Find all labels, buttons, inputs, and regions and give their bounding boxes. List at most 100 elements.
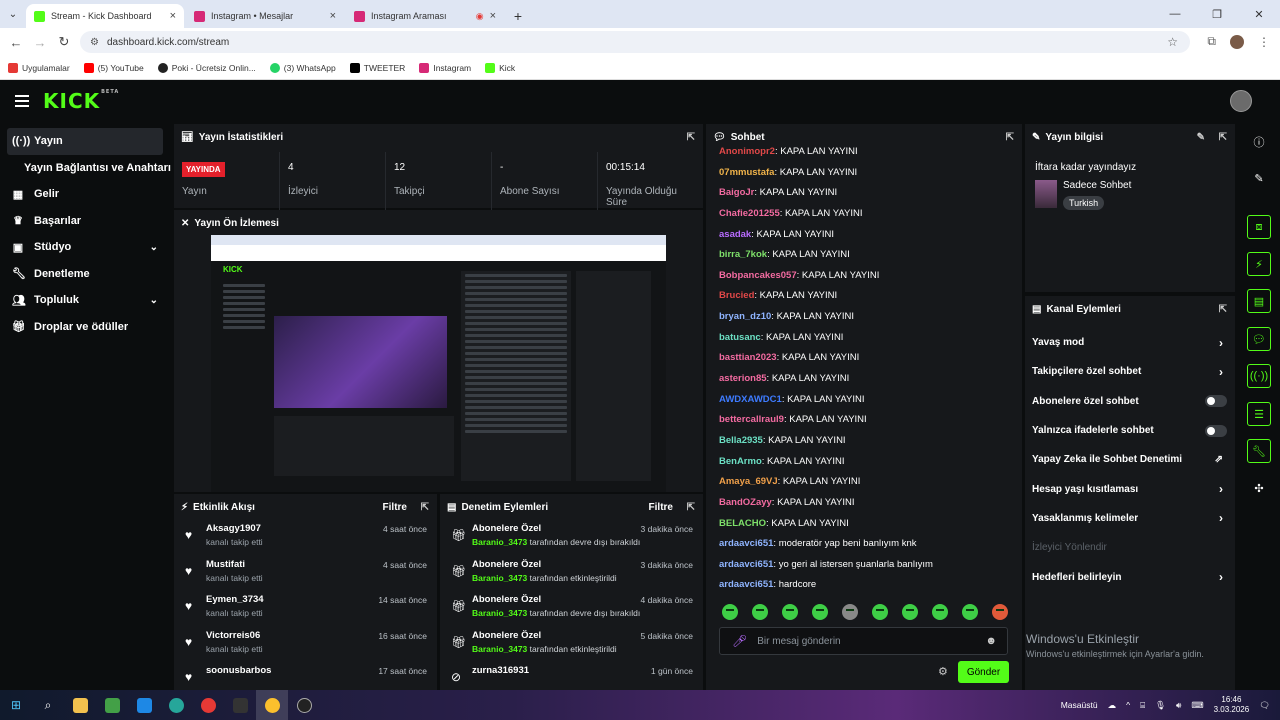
nav-item-achievements[interactable]: ♛ Başarılar <box>0 208 172 235</box>
bookmark-tweeter[interactable]: TWEETER <box>349 62 405 73</box>
tab-search-icon[interactable]: ⌄ <box>0 0 26 28</box>
bookmark-youtube[interactable]: (5) YouTube <box>83 62 144 73</box>
chat-username[interactable]: ardaavci651 <box>719 538 773 549</box>
chat-username[interactable]: ardaavci651 <box>719 559 773 570</box>
chat-username[interactable]: bettercallraul9 <box>719 414 784 425</box>
chat-username[interactable]: BandOZayy <box>719 497 772 508</box>
info-icon[interactable]: ⓘ <box>1247 130 1271 154</box>
tab-instagram-messages[interactable]: Instagram • Mesajlar × <box>186 4 344 28</box>
bookmark-kick[interactable]: Kick <box>485 62 515 73</box>
emote-icon[interactable] <box>752 604 768 620</box>
popout-icon[interactable]: ⇱ <box>687 502 695 513</box>
profile-avatar[interactable] <box>1230 34 1244 49</box>
emoji-icon[interactable]: ☻ <box>985 635 997 647</box>
emote-icon[interactable] <box>782 604 798 620</box>
chat-username[interactable]: AWDXAWDC1 <box>719 394 782 405</box>
chat-username[interactable]: ardaavci651 <box>719 579 773 590</box>
filter-button[interactable]: Filtre <box>649 502 673 513</box>
chat-username[interactable]: asterion85 <box>719 373 767 384</box>
emote-icon[interactable] <box>932 604 948 620</box>
broadcast-icon[interactable]: ((·)) <box>1247 364 1271 388</box>
emote-icon[interactable] <box>722 604 738 620</box>
nav-item-stream[interactable]: ((·)) Yayın <box>7 128 163 155</box>
chat-username[interactable]: 07mmustafa <box>719 167 774 178</box>
bookmark-star-icon[interactable]: ☆ <box>1167 35 1178 49</box>
menu-icon[interactable]: ⋮ <box>1258 35 1270 49</box>
close-tab-icon[interactable]: × <box>170 10 176 22</box>
subscribers-only-toggle[interactable] <box>1205 395 1227 408</box>
clip-icon[interactable]: ⧈ <box>1247 215 1271 239</box>
restore-icon[interactable]: ❐ <box>1196 8 1238 21</box>
action-goals[interactable]: Hedefleri belirleyin › <box>1025 562 1235 591</box>
action-banned-words[interactable]: Yasaklanmış kelimeler › <box>1025 504 1235 533</box>
store-icon[interactable] <box>96 690 128 720</box>
volume-icon[interactable]: 🔊︎ <box>1176 700 1181 711</box>
chat-username[interactable]: batusanc <box>719 332 761 343</box>
emote-icon[interactable] <box>902 604 918 620</box>
kick-logo[interactable]: KICKBETA <box>43 89 119 113</box>
send-button[interactable]: Gönder <box>958 661 1009 683</box>
action-ai-moderation[interactable]: Yapay Zeka ile Sohbet Denetimi ⇗ <box>1025 445 1235 474</box>
minimize-icon[interactable]: — <box>1154 8 1196 20</box>
reload-icon[interactable]: ↻ <box>52 34 76 50</box>
action-account-age[interactable]: Hesap yaşı kısıtlaması › <box>1025 474 1235 503</box>
list-icon[interactable]: ☰ <box>1247 402 1271 426</box>
wrench-icon[interactable]: 🔧︎ <box>1247 439 1271 463</box>
obs-icon[interactable] <box>288 690 320 720</box>
windows-start-icon[interactable]: ⊞ <box>0 690 32 720</box>
clock[interactable]: 16:46 3.03.2026 <box>1214 695 1250 715</box>
hamburger-menu-icon[interactable] <box>15 95 29 107</box>
chat-username[interactable]: Brucied <box>719 290 754 301</box>
chat-username[interactable]: Bella2935 <box>719 435 763 446</box>
popout-icon[interactable]: ⇱ <box>1006 132 1014 143</box>
nav-item-studio[interactable]: ▣ Stüdyo ⌄ <box>0 234 172 261</box>
chrome-icon[interactable] <box>192 690 224 720</box>
chat-username[interactable]: bryan_dz10 <box>719 311 771 322</box>
nav-item-community[interactable]: 👥︎ Topluluk ⌄ <box>0 287 172 314</box>
popout-icon[interactable]: ⇱ <box>1219 304 1227 315</box>
mail-icon[interactable] <box>128 690 160 720</box>
emote-icon[interactable] <box>962 604 978 620</box>
microphone-icon[interactable]: 🎤︎ <box>732 634 747 648</box>
emotes-only-toggle[interactable] <box>1205 424 1227 437</box>
action-followers-only[interactable]: Takipçilere özel sohbet › <box>1025 357 1235 386</box>
new-tab-button[interactable]: + <box>506 4 530 28</box>
chat-username[interactable]: Anonimopr2 <box>719 146 775 157</box>
desktop-label[interactable]: Masaüstü <box>1061 700 1098 710</box>
lightning-icon[interactable]: ⚡︎ <box>1247 252 1271 276</box>
chat-username[interactable]: basttian2023 <box>719 352 777 363</box>
emote-icon[interactable] <box>842 604 858 620</box>
keyboard-icon[interactable]: ⌨ <box>1191 700 1203 711</box>
chat-username[interactable]: BaigoJr <box>719 187 754 198</box>
bookmark-poki[interactable]: Poki - Ücretsiz Onlin... <box>157 62 256 73</box>
chat-icon[interactable]: 💬︎ <box>1247 327 1271 351</box>
nav-item-moderation[interactable]: 🔧︎ Denetleme <box>0 261 172 288</box>
popout-icon[interactable]: ⇱ <box>421 502 429 513</box>
search-icon[interactable]: ⌕ <box>32 690 64 720</box>
back-icon[interactable]: ← <box>4 35 28 50</box>
chat-username[interactable]: BenArmo <box>719 456 762 467</box>
popout-icon[interactable]: ⇱ <box>1219 132 1227 143</box>
tab-kick-dashboard[interactable]: Stream - Kick Dashboard × <box>26 4 184 28</box>
chat-username[interactable]: Amaya_69VJ <box>719 476 778 487</box>
pencil-icon[interactable]: ✎ <box>1197 132 1205 143</box>
chat-input[interactable]: 🎤︎ Bir mesaj gönderin ☻ <box>719 627 1008 655</box>
extensions-icon[interactable]: ⧉ <box>1207 34 1216 49</box>
close-tab-icon[interactable]: × <box>330 10 336 22</box>
nav-item-drops[interactable]: 🎁︎ Droplar ve ödüller <box>0 314 172 341</box>
file-explorer-icon[interactable] <box>64 690 96 720</box>
forward-icon[interactable]: → <box>28 35 52 50</box>
filter-button[interactable]: Filtre <box>383 502 407 513</box>
chevron-up-icon[interactable]: ^ <box>1126 700 1130 710</box>
emote-icon[interactable] <box>992 604 1008 620</box>
nav-item-stream-key[interactable]: Yayın Bağlantısı ve Anahtarı <box>0 155 172 182</box>
clipboard-icon[interactable]: ▤ <box>1247 289 1271 313</box>
chrome-active-icon[interactable] <box>256 690 288 720</box>
site-info-icon[interactable]: ⚙ <box>90 37 99 48</box>
url-field[interactable]: ⚙ dashboard.kick.com/stream ☆ <box>80 31 1190 53</box>
chat-username[interactable]: Bobpancakes057 <box>719 270 797 281</box>
chat-username[interactable]: BELACHO <box>719 518 766 529</box>
popout-icon[interactable]: ⇱ <box>687 132 695 143</box>
bookmark-whatsapp[interactable]: (3) WhatsApp <box>269 62 336 73</box>
edit-icon[interactable]: ✎ <box>1247 166 1271 190</box>
